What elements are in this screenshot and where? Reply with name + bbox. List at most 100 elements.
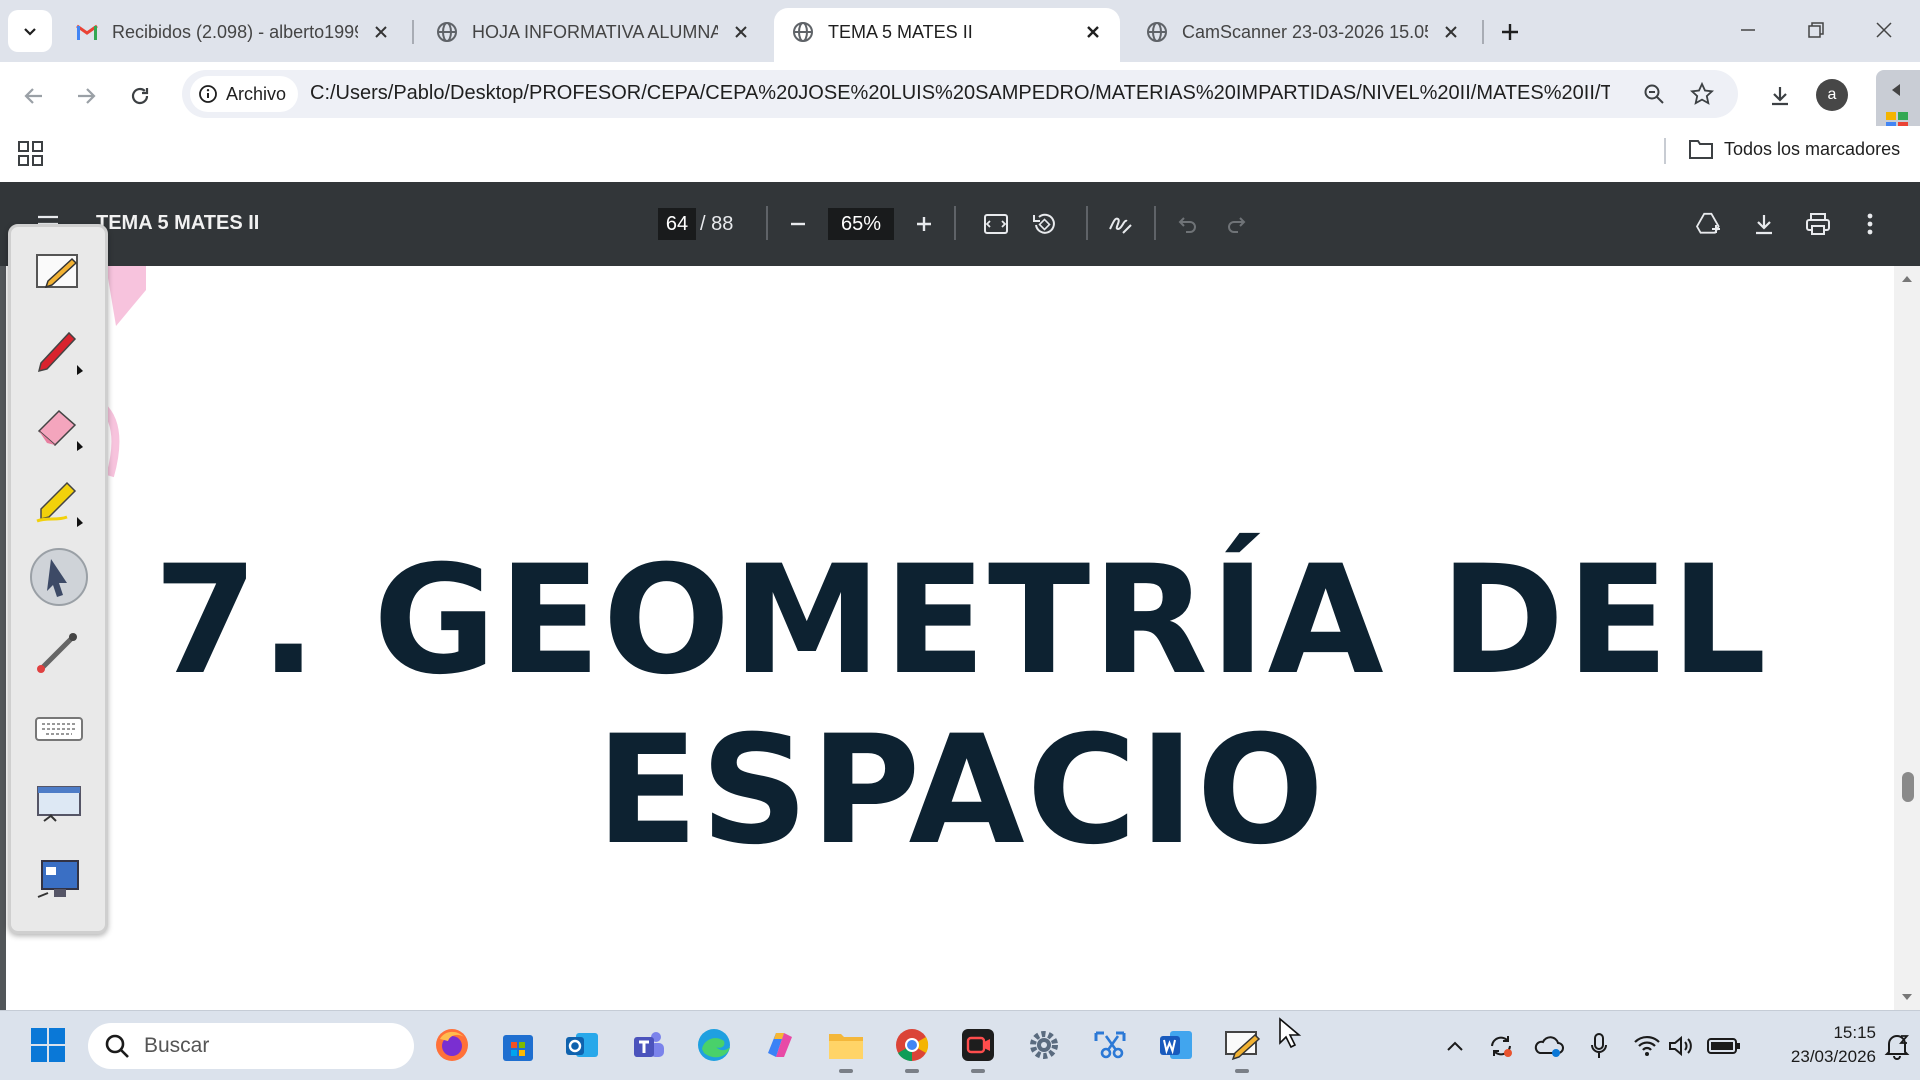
volume-icon[interactable] [1666,1031,1696,1061]
search-placeholder: Buscar [144,1034,210,1057]
vertical-scrollbar[interactable] [1894,266,1920,1010]
file-explorer-icon[interactable] [826,1025,866,1073]
zoom-in-button[interactable] [906,206,942,242]
edge-icon[interactable] [694,1025,734,1065]
print-button[interactable] [1800,206,1836,242]
download-button[interactable] [1746,206,1782,242]
scrollbar-thumb[interactable] [1902,772,1914,802]
bookmarks-bar: Todos los marcadores [0,126,1920,182]
outlook-icon[interactable] [562,1025,602,1065]
screen-capture-tool[interactable] [29,775,89,835]
rotate-button[interactable] [1026,206,1062,242]
back-button[interactable] [14,76,54,116]
close-window-button[interactable] [1856,8,1912,52]
fit-page-icon [984,214,1008,234]
globe-icon [1146,21,1168,43]
highlighter-icon [36,481,83,527]
clock-time: 15:15 [1833,1023,1876,1042]
tab-hoja-informativa[interactable]: HOJA INFORMATIVA ALUMNAD [418,8,768,62]
zoom-icon[interactable] [1638,78,1670,110]
sync-icon[interactable] [1486,1031,1516,1061]
select-tool[interactable] [29,547,89,607]
pdf-toolbar: TEMA 5 MATES II 64 / 88 65% [0,182,1920,266]
page-number-input[interactable]: 64 [658,208,696,240]
zoom-input[interactable]: 65% [828,208,894,240]
settings-gear-icon[interactable] [1024,1025,1064,1065]
site-info-label: Archivo [226,83,287,104]
onedrive-icon[interactable] [1534,1031,1564,1061]
toolbar-separator [954,206,956,240]
pdf-page[interactable]: 7. GEOMETRÍA DEL ESPACIO [6,266,1894,1010]
site-info-chip[interactable]: Archivo [190,76,299,112]
back-arrow-icon [24,88,42,104]
gmail-icon [76,21,98,43]
close-icon[interactable] [728,19,754,45]
firefox-icon[interactable] [432,1025,472,1065]
fit-to-page-button[interactable] [978,206,1014,242]
start-button[interactable] [30,1027,66,1063]
snipping-tool-icon[interactable] [1090,1025,1130,1065]
screen-capture-icon [37,786,81,822]
notifications-icon[interactable] [1882,1031,1912,1061]
desktop-mode-tool[interactable] [29,851,89,911]
tab-tema5-active[interactable]: TEMA 5 MATES II [774,8,1120,62]
close-icon[interactable] [368,19,394,45]
chevron-up-icon [1447,1041,1463,1051]
new-tab-button[interactable] [1492,14,1528,50]
wifi-icon[interactable] [1632,1031,1662,1061]
close-icon[interactable] [1438,19,1464,45]
highlighter-tool[interactable] [29,471,89,531]
running-indicator [971,1069,985,1073]
apps-grid-icon[interactable] [16,139,46,169]
zoom-out-button[interactable] [780,206,816,242]
copilot-icon[interactable] [760,1025,800,1065]
tab-gmail[interactable]: Recibidos (2.098) - alberto1999 [58,8,408,62]
chrome-icon[interactable] [892,1025,932,1073]
minus-icon [791,222,805,226]
heading-line-1: 7. GEOMETRÍA DEL [153,534,1769,708]
downloads-button[interactable] [1760,76,1800,116]
heading-line-2: ESPACIO [595,704,1327,878]
more-options-button[interactable] [1852,206,1888,242]
close-icon[interactable] [1080,19,1106,45]
url-text[interactable]: C:/Users/Pablo/Desktop/PROFESOR/CEPA/CEP… [310,82,1610,105]
restore-button[interactable] [1788,8,1844,52]
show-hidden-icons-button[interactable] [1440,1031,1470,1061]
bookmarks-separator [1664,138,1666,164]
windows-logo-icon [31,1028,65,1062]
battery-icon[interactable] [1706,1031,1742,1061]
more-vert-icon [1867,213,1873,235]
reload-button[interactable] [120,76,160,116]
undo-button[interactable] [1170,206,1206,242]
whiteboard-tool[interactable] [29,243,89,303]
tab-title: CamScanner 23-03-2026 15.05 [1182,21,1428,42]
minimize-button[interactable] [1720,8,1776,52]
download-icon [1772,87,1788,106]
microphone-icon[interactable] [1584,1031,1614,1061]
tab-camscanner[interactable]: CamScanner 23-03-2026 15.05 [1128,8,1478,62]
taskbar-search[interactable]: Buscar [88,1023,414,1069]
save-to-drive-button[interactable] [1692,206,1728,242]
tab-search-button[interactable] [8,10,52,52]
page-total: / 88 [700,213,734,235]
redo-button[interactable] [1218,206,1254,242]
all-bookmarks-button[interactable]: Todos los marcadores [1688,138,1900,160]
forward-button[interactable] [66,76,106,116]
bookmark-star-icon[interactable] [1686,78,1718,110]
profile-avatar[interactable]: a [1816,79,1848,111]
laser-pointer-tool[interactable] [29,623,89,683]
pen-tool[interactable] [29,319,89,379]
teams-icon[interactable] [628,1025,668,1065]
chevron-down-icon [24,28,36,36]
address-bar[interactable]: Archivo C:/Users/Pablo/Desktop/PROFESOR/… [182,70,1738,118]
restore-icon [1808,22,1824,38]
whiteboard-app-icon[interactable] [1222,1025,1262,1073]
taskbar-clock[interactable]: 15:15 23/03/2026 [1760,1021,1876,1069]
eraser-tool[interactable] [29,395,89,455]
screen-recorder-icon[interactable] [958,1025,998,1073]
globe-icon [792,21,814,43]
microsoft-store-icon[interactable] [498,1025,538,1065]
annotate-button[interactable] [1102,206,1138,242]
keyboard-tool[interactable] [29,699,89,759]
word-icon[interactable] [1156,1025,1196,1065]
